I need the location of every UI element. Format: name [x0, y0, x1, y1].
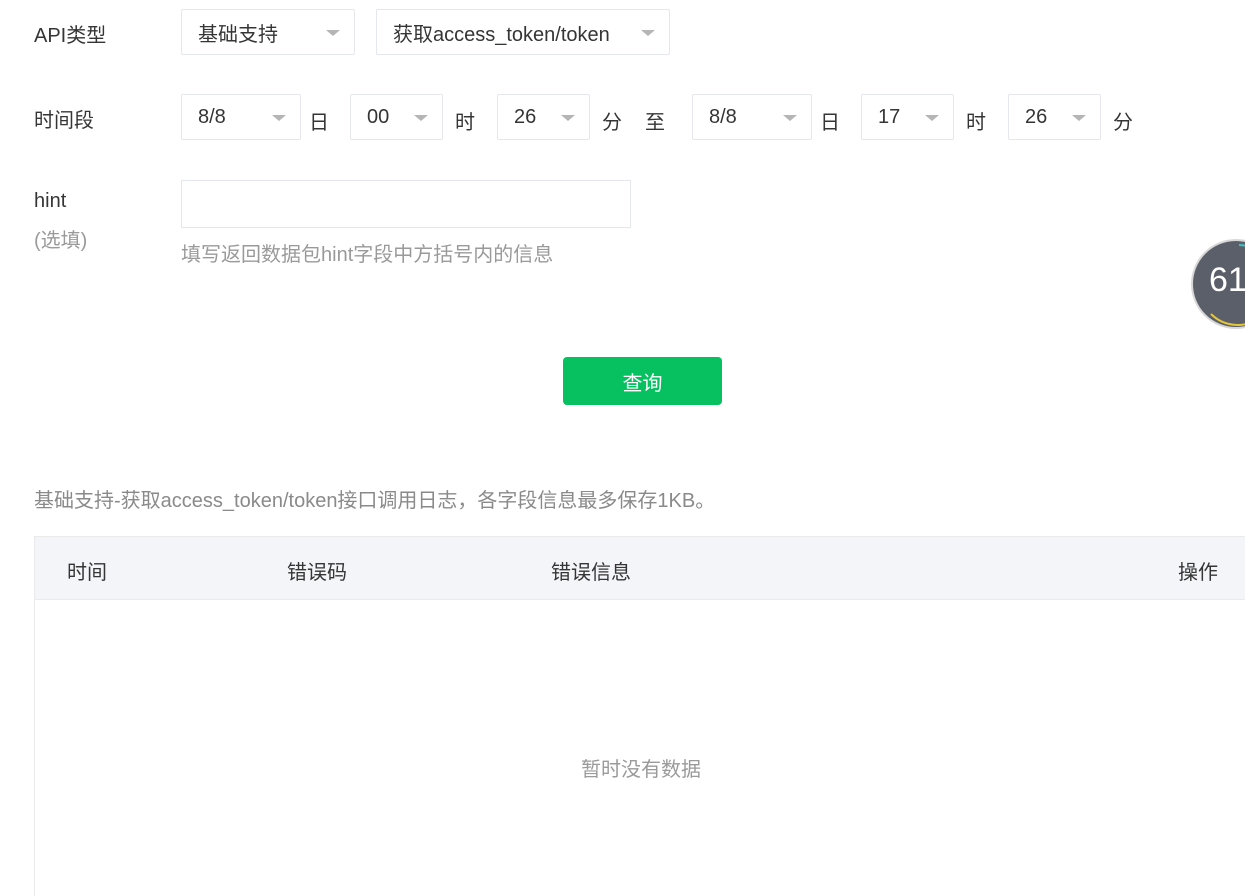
api-type-label: API类型: [34, 25, 107, 47]
counter-value: 61: [1209, 261, 1245, 299]
hint-help-text: 填写返回数据包hint字段中方括号内的信息: [181, 244, 554, 266]
start-hour-select[interactable]: 00: [350, 94, 443, 140]
chevron-down-icon: [414, 115, 428, 121]
end-hour-unit: 时: [966, 112, 986, 134]
start-minute-select[interactable]: 26: [497, 94, 590, 140]
column-header-time: 时间: [67, 562, 107, 584]
table-header: 时间 错误码 错误信息 操作: [35, 537, 1245, 600]
start-minute-unit: 分: [602, 112, 622, 134]
api-endpoint-select[interactable]: 获取access_token/token: [376, 9, 670, 55]
chevron-down-icon: [1072, 115, 1086, 121]
time-range-label: 时间段: [34, 110, 94, 132]
end-minute-value: 26: [1025, 105, 1048, 128]
empty-state-text: 暂时没有数据: [581, 759, 701, 781]
api-endpoint-value: 获取access_token/token: [393, 23, 610, 46]
end-day-unit: 日: [820, 112, 840, 134]
chevron-down-icon: [326, 30, 340, 36]
end-hour-value: 17: [878, 105, 901, 128]
end-hour-select[interactable]: 17: [861, 94, 954, 140]
range-to-label: 至: [645, 112, 665, 134]
start-hour-unit: 时: [455, 112, 475, 134]
end-date-value: 8/8: [709, 105, 737, 128]
end-minute-select[interactable]: 26: [1008, 94, 1101, 140]
start-date-select[interactable]: 8/8: [181, 94, 301, 140]
chevron-down-icon: [783, 115, 797, 121]
start-hour-value: 00: [367, 105, 390, 128]
api-category-value: 基础支持: [198, 23, 278, 46]
hint-input[interactable]: [181, 180, 631, 228]
log-description: 基础支持-获取access_token/token接口调用日志，各字段信息最多保…: [34, 490, 716, 512]
query-button[interactable]: 查询: [563, 357, 722, 405]
chevron-down-icon: [641, 30, 655, 36]
floating-counter-widget[interactable]: 61: [1191, 239, 1245, 329]
hint-optional-label: (选填): [34, 230, 88, 252]
start-minute-value: 26: [514, 105, 537, 128]
column-header-error-message: 错误信息: [551, 562, 631, 584]
chevron-down-icon: [272, 115, 286, 121]
column-header-actions: 操作: [1178, 562, 1218, 584]
end-minute-unit: 分: [1113, 112, 1133, 134]
api-category-select[interactable]: 基础支持: [181, 9, 355, 55]
chevron-down-icon: [561, 115, 575, 121]
log-table: 时间 错误码 错误信息 操作 暂时没有数据: [34, 536, 1245, 896]
hint-label: hint: [34, 190, 67, 212]
chevron-down-icon: [925, 115, 939, 121]
column-header-error-code: 错误码: [287, 562, 347, 584]
start-date-value: 8/8: [198, 105, 226, 128]
start-day-unit: 日: [309, 112, 329, 134]
end-date-select[interactable]: 8/8: [692, 94, 812, 140]
